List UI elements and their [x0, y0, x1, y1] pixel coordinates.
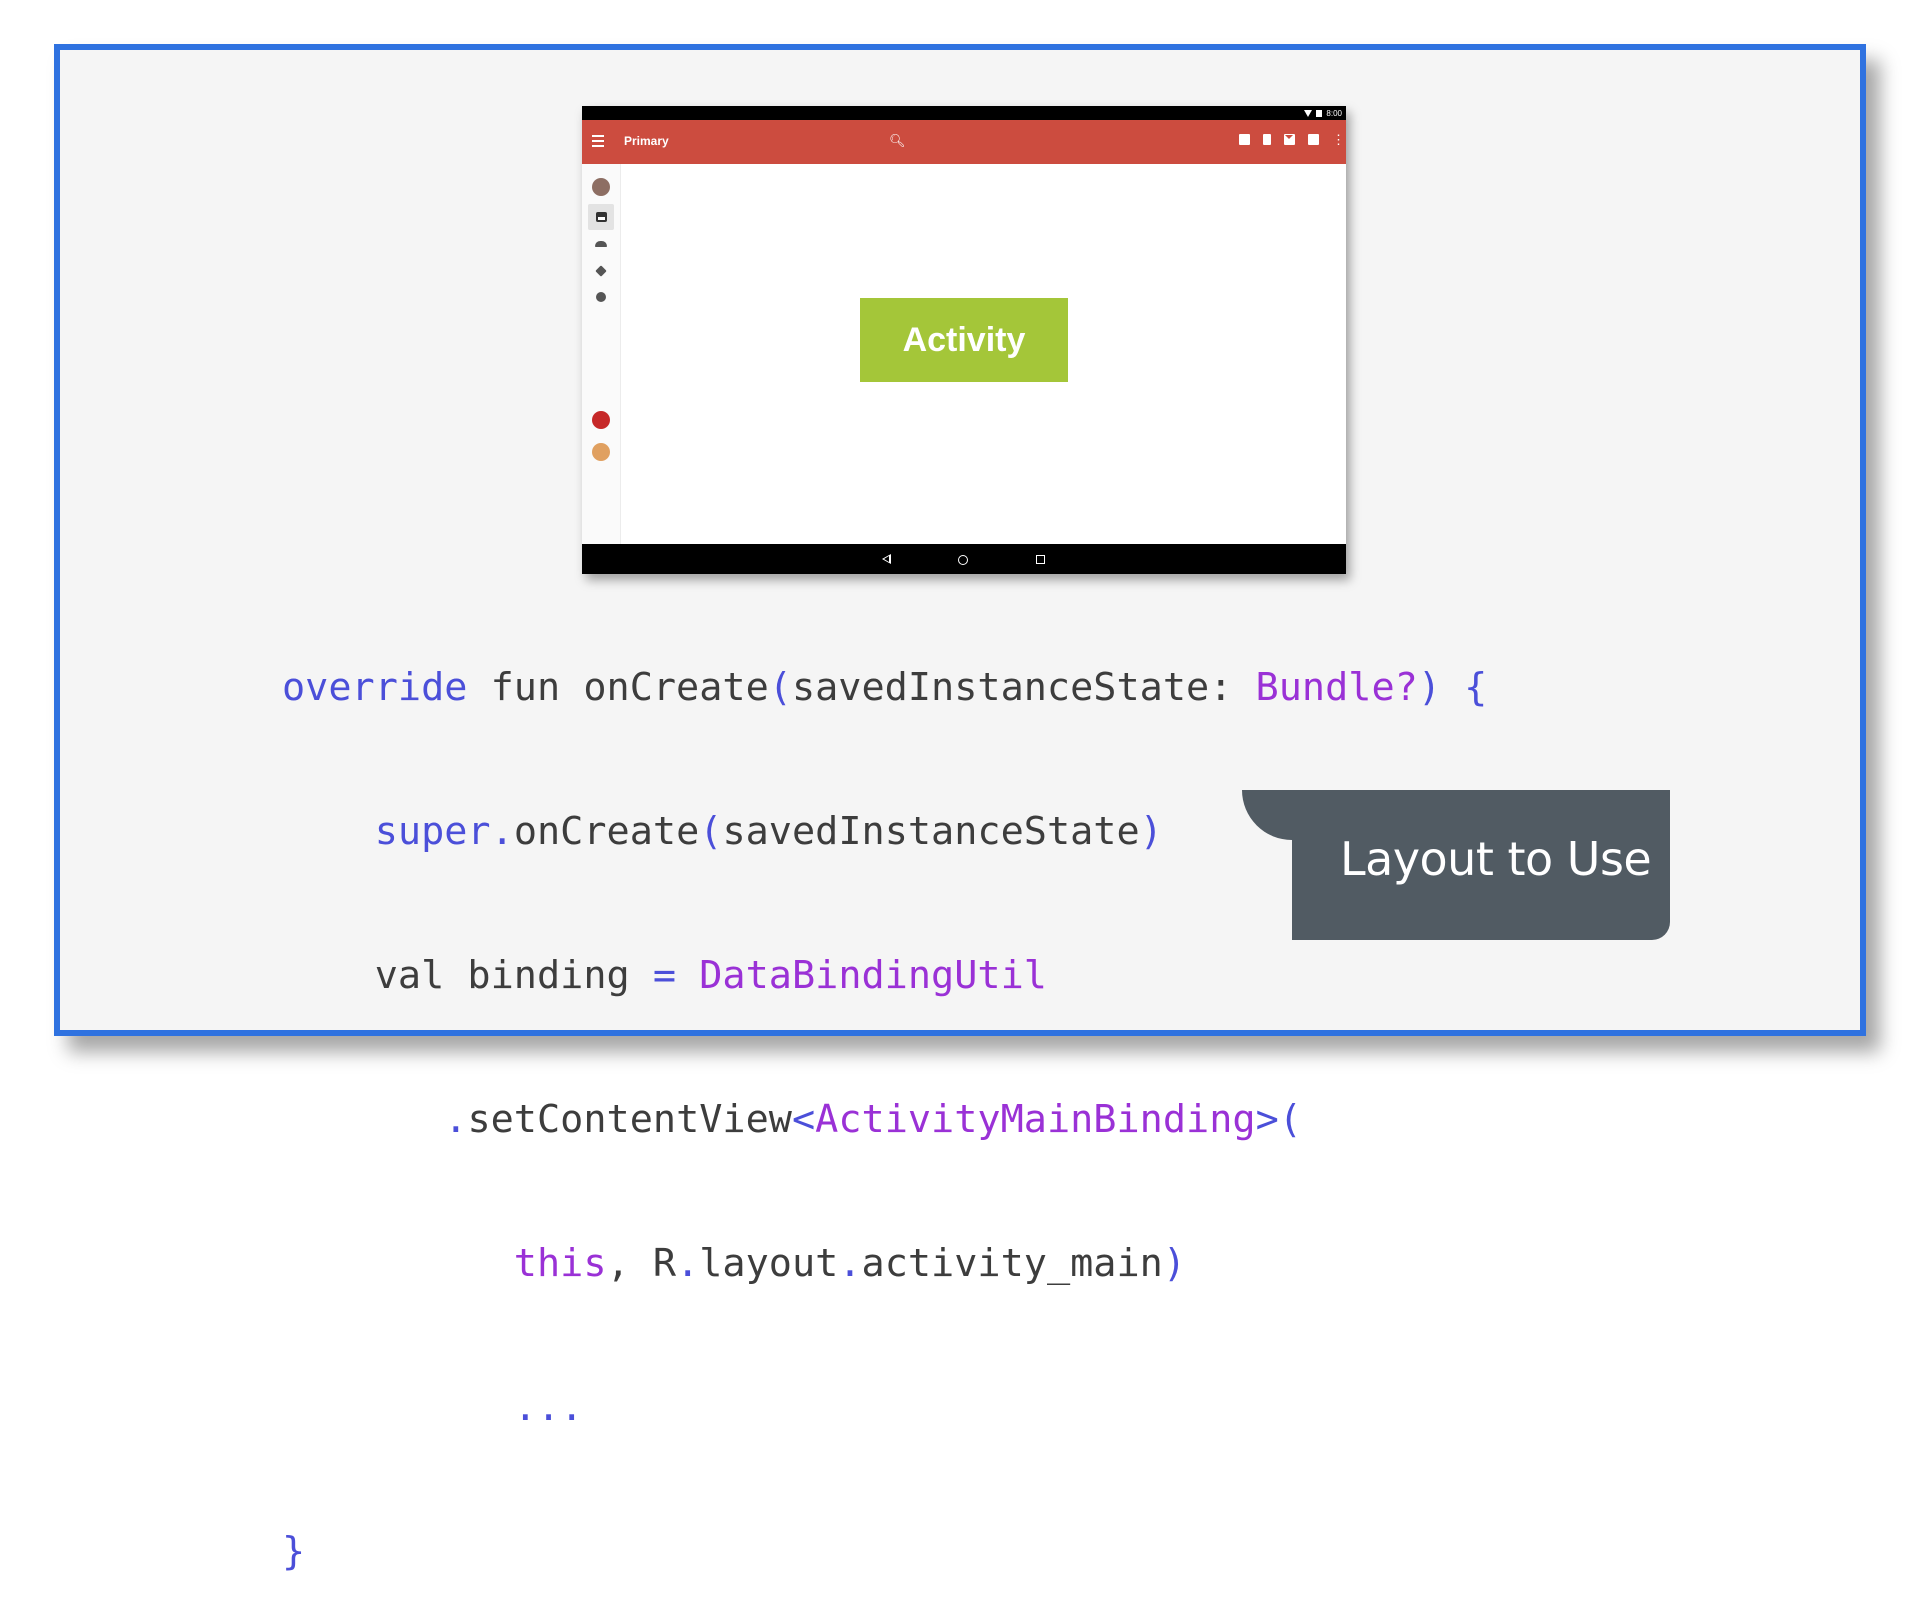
code-line-1: override fun onCreate(savedInstanceState…: [282, 664, 1487, 712]
code-token: savedInstanceState: [722, 809, 1140, 854]
code-block: override fun onCreate(savedInstanceState…: [282, 568, 1487, 1624]
delete-icon[interactable]: [1263, 134, 1271, 145]
code-token: DataBindingUtil: [699, 953, 1047, 998]
code-token: onCreate: [513, 809, 700, 854]
code-token: :: [1209, 665, 1256, 710]
rail-item-info[interactable]: [588, 284, 614, 310]
code-token: }: [282, 1529, 306, 1574]
code-token: setContentView: [467, 1097, 792, 1142]
back-icon[interactable]: [882, 554, 891, 564]
code-token: .: [838, 1241, 862, 1286]
rail-avatar-1[interactable]: [588, 407, 614, 433]
code-token: .: [444, 1097, 468, 1142]
search-icon[interactable]: 🔍︎: [889, 133, 906, 149]
rail-avatar-top[interactable]: [588, 174, 614, 200]
app-bar: Primary 🔍︎ ⋮: [582, 120, 1346, 164]
code-token: ActivityMainBinding: [815, 1097, 1256, 1142]
rail-item-people[interactable]: [588, 231, 614, 257]
avatar-icon: [592, 411, 610, 429]
avatar-icon: [592, 178, 610, 196]
code-line-7: }: [282, 1528, 1487, 1576]
status-time: 8:00: [1326, 108, 1342, 118]
side-rail: [582, 164, 621, 544]
rail-item-inbox[interactable]: [588, 204, 614, 230]
more-vert-icon[interactable]: ⋮: [1332, 133, 1345, 146]
battery-icon: [1316, 109, 1323, 117]
code-token: >: [1255, 1097, 1279, 1142]
code-token: ): [1139, 809, 1163, 854]
rail-item-tags[interactable]: [588, 258, 614, 284]
code-line-6: ...: [282, 1384, 1487, 1432]
code-token: ): [1162, 1241, 1187, 1286]
wifi-icon: [1304, 109, 1313, 117]
code-token: override: [282, 665, 468, 710]
status-bar: 8:00: [582, 106, 1346, 120]
code-token: ) {: [1417, 665, 1488, 710]
code-token: savedInstanceState: [791, 665, 1210, 710]
code-token: =: [652, 953, 677, 998]
rail-avatar-2[interactable]: [588, 439, 614, 465]
code-token: (: [699, 809, 723, 854]
code-token: ...: [513, 1385, 584, 1430]
device-screenshot: 8:00 Primary 🔍︎ ⋮ Activity: [582, 106, 1346, 574]
mail-icon[interactable]: [1284, 134, 1295, 145]
code-token: fun onCreate: [467, 665, 769, 710]
menu-icon[interactable]: [592, 135, 604, 147]
app-bar-title: Primary: [624, 134, 669, 148]
code-token: layout: [699, 1241, 839, 1286]
code-token: (: [768, 665, 792, 710]
tag-icon: [595, 265, 607, 277]
people-icon: [595, 241, 607, 247]
callout-text: Layout to Use: [1340, 832, 1652, 886]
archive-icon[interactable]: [1239, 134, 1250, 145]
inbox-icon: [595, 212, 607, 222]
code-token: <: [791, 1097, 816, 1142]
code-token: activity_main: [861, 1241, 1163, 1286]
code-line-4: .setContentView<ActivityMainBinding>(: [282, 1096, 1487, 1144]
code-token: val binding: [374, 953, 653, 998]
info-icon: [596, 292, 606, 302]
code-token: .: [490, 809, 514, 854]
code-token: , R: [606, 1241, 677, 1286]
code-token: (: [1278, 1097, 1302, 1142]
code-token: super: [374, 809, 491, 854]
activity-label-box: Activity: [860, 298, 1068, 382]
move-to-folder-icon[interactable]: [1308, 134, 1319, 145]
code-token: Bundle?: [1255, 665, 1418, 710]
code-token: this: [513, 1241, 607, 1286]
avatar-icon: [592, 443, 610, 461]
code-line-3: val binding = DataBindingUtil: [282, 952, 1487, 1000]
code-token: .: [676, 1241, 700, 1286]
app-bar-actions: ⋮: [1239, 133, 1345, 146]
recents-icon[interactable]: [1036, 555, 1045, 564]
home-icon[interactable]: [958, 555, 968, 565]
code-line-5: this, R.layout.activity_main): [282, 1240, 1487, 1288]
